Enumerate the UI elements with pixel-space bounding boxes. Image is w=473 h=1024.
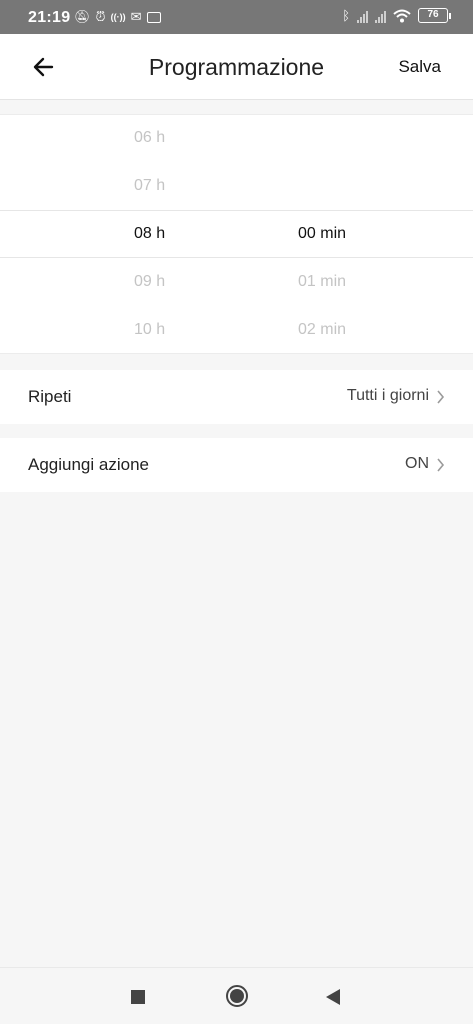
signal-icon (375, 9, 386, 23)
picker-row[interactable]: 07 h (0, 163, 473, 211)
picker-row[interactable]: 06 h (0, 115, 473, 163)
status-time: 21:19 (28, 9, 71, 26)
notifications-off-icon: 🔕︎ (74, 9, 91, 24)
hotspot-icon: ((·)) (110, 12, 126, 22)
add-action-value: ON (405, 455, 429, 472)
bluetooth-icon: ᛒ (342, 8, 350, 23)
wifi-icon (393, 9, 411, 22)
repeat-row[interactable]: Ripeti Tutti i giorni (0, 370, 473, 424)
time-picker[interactable]: 06 h 07 h 08 h 00 min 09 h 01 min 10 h 0… (0, 114, 473, 354)
recents-icon[interactable] (131, 990, 145, 1004)
app-notification-icon (146, 11, 161, 23)
battery-icon: 76 (418, 8, 451, 23)
mail-icon: ✉︎ (130, 9, 142, 24)
hour-option[interactable]: 10 h (134, 321, 165, 339)
hour-option[interactable]: 06 h (134, 129, 165, 147)
repeat-value: Tutti i giorni (346, 387, 429, 404)
status-bar: 21:19 🔕︎ ⏰︎ ((·)) ✉︎ ᛒ 76 (0, 0, 473, 34)
minute-option[interactable]: 01 min (298, 273, 346, 291)
app-header: Programmazione Salva (0, 34, 473, 100)
selected-hour[interactable]: 08 h (134, 225, 165, 243)
chevron-right-icon (437, 390, 445, 404)
picker-row[interactable]: 10 h 02 min (0, 307, 473, 355)
signal-icon (357, 9, 368, 23)
hour-option[interactable]: 09 h (134, 273, 165, 291)
status-icons-left: 🔕︎ ⏰︎ ((·)) ✉︎ (74, 9, 161, 25)
add-action-label: Aggiungi azione (28, 455, 149, 474)
picker-row[interactable]: 09 h 01 min (0, 259, 473, 307)
picker-row-selected[interactable]: 08 h 00 min (0, 210, 473, 258)
chevron-right-icon (437, 458, 445, 472)
alarm-icon: ⏰︎ (95, 9, 106, 24)
add-action-row[interactable]: Aggiungi azione ON (0, 438, 473, 492)
battery-level: 76 (418, 8, 448, 23)
hour-option[interactable]: 07 h (134, 177, 165, 195)
system-nav-bar (0, 967, 473, 1024)
minute-option[interactable]: 02 min (298, 321, 346, 339)
status-icons-right: ᛒ 76 (342, 8, 451, 23)
repeat-label: Ripeti (28, 387, 72, 406)
back-icon[interactable] (326, 989, 340, 1005)
home-icon[interactable] (226, 985, 248, 1007)
selected-minute[interactable]: 00 min (298, 225, 346, 243)
save-button[interactable]: Salva (398, 57, 441, 77)
